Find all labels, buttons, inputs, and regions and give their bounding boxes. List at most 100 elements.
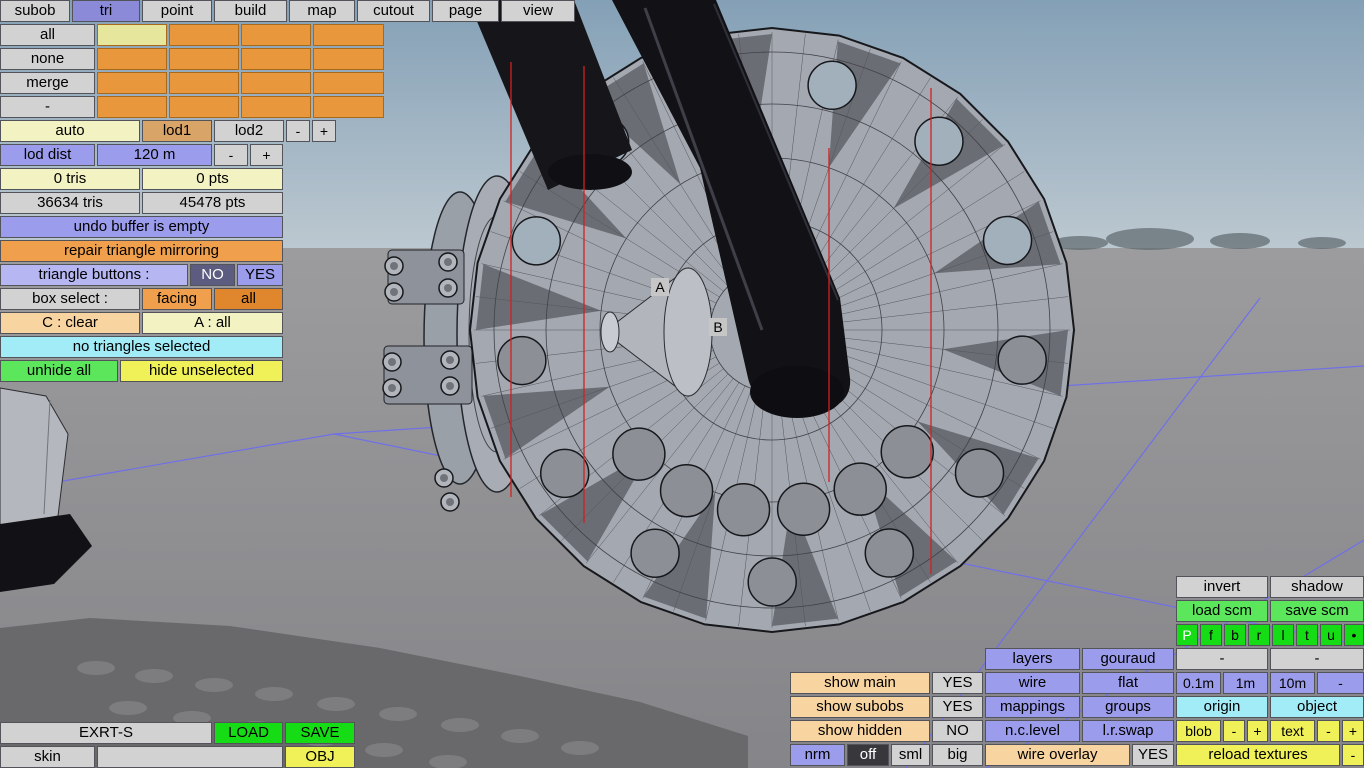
view-right-button[interactable]: r <box>1248 624 1270 646</box>
dash-button[interactable]: - <box>0 96 95 118</box>
subobject-marker-a[interactable]: A <box>651 278 669 296</box>
lod-dist-value[interactable]: 120 m <box>97 144 212 166</box>
tab-view[interactable]: view <box>501 0 575 22</box>
tab-build[interactable]: build <box>214 0 287 22</box>
select-all-button[interactable]: all <box>0 24 95 46</box>
triangle-buttons-yes[interactable]: YES <box>237 264 283 286</box>
tab-cutout[interactable]: cutout <box>357 0 430 22</box>
grid-dash-button[interactable]: - <box>1317 672 1364 694</box>
total-pts-count: 45478 pts <box>142 192 283 214</box>
text-button[interactable]: text <box>1270 720 1315 742</box>
wire-button[interactable]: wire <box>985 672 1080 694</box>
dash-button-1[interactable]: - <box>1176 648 1268 670</box>
flat-button[interactable]: flat <box>1082 672 1174 694</box>
subob-grid-cell[interactable] <box>241 48 311 70</box>
text-minus-button[interactable]: - <box>1317 720 1340 742</box>
save-button[interactable]: SAVE <box>285 722 355 744</box>
subob-grid-cell[interactable] <box>97 24 167 46</box>
lod-minus-button[interactable]: - <box>286 120 310 142</box>
mappings-button[interactable]: mappings <box>985 696 1080 718</box>
select-none-button[interactable]: none <box>0 48 95 70</box>
invert-button[interactable]: invert <box>1176 576 1268 598</box>
skin-label[interactable]: skin <box>0 746 95 768</box>
view-front-button[interactable]: f <box>1200 624 1222 646</box>
tab-tri[interactable]: tri <box>72 0 140 22</box>
hide-unselected-button[interactable]: hide unselected <box>120 360 283 382</box>
view-left-button[interactable]: l <box>1272 624 1294 646</box>
lod1-button[interactable]: lod1 <box>142 120 212 142</box>
object-button[interactable]: object <box>1270 696 1364 718</box>
gouraud-button[interactable]: gouraud <box>1082 648 1174 670</box>
load-scm-button[interactable]: load scm <box>1176 600 1268 622</box>
unhide-all-button[interactable]: unhide all <box>0 360 118 382</box>
subob-grid-cell[interactable] <box>97 96 167 118</box>
lod-auto-button[interactable]: auto <box>0 120 140 142</box>
select-all-tris-button[interactable]: A : all <box>142 312 283 334</box>
subob-grid-cell[interactable] <box>169 96 239 118</box>
skin-value-field[interactable] <box>97 746 283 768</box>
save-scm-button[interactable]: save scm <box>1270 600 1364 622</box>
subobject-marker-b[interactable]: B <box>709 318 727 336</box>
lod-dist-plus-button[interactable]: + <box>250 144 283 166</box>
repair-mirroring-button[interactable]: repair triangle mirroring <box>0 240 283 262</box>
reload-textures-button[interactable]: reload textures <box>1176 744 1340 766</box>
view-under-button[interactable]: u <box>1320 624 1342 646</box>
groups-button[interactable]: groups <box>1082 696 1174 718</box>
merge-button[interactable]: merge <box>0 72 95 94</box>
dash-button-2[interactable]: - <box>1270 648 1364 670</box>
wire-overlay-toggle[interactable]: YES <box>1132 744 1174 766</box>
tab-subob[interactable]: subob <box>0 0 70 22</box>
blob-button[interactable]: blob <box>1176 720 1221 742</box>
subob-grid-cell[interactable] <box>313 24 384 46</box>
view-dot-button[interactable]: • <box>1344 624 1364 646</box>
subob-grid-cell[interactable] <box>169 48 239 70</box>
obj-export-button[interactable]: OBJ <box>285 746 355 768</box>
triangle-buttons-no[interactable]: NO <box>190 264 235 286</box>
view-top-button[interactable]: t <box>1296 624 1318 646</box>
show-main-toggle[interactable]: YES <box>932 672 983 694</box>
filename-field[interactable]: EXRT-S <box>0 722 212 744</box>
lr-swap-button[interactable]: l.r.swap <box>1082 720 1174 742</box>
subob-grid-cell[interactable] <box>97 48 167 70</box>
subob-grid-cell[interactable] <box>97 72 167 94</box>
lod2-button[interactable]: lod2 <box>214 120 284 142</box>
shadow-button[interactable]: shadow <box>1270 576 1364 598</box>
tab-map[interactable]: map <box>289 0 355 22</box>
subob-grid-cell[interactable] <box>241 24 311 46</box>
show-main-label: show main <box>790 672 930 694</box>
nc-level-button[interactable]: n.c.level <box>985 720 1080 742</box>
grid-10m-button[interactable]: 10m <box>1270 672 1315 694</box>
view-back-button[interactable]: b <box>1224 624 1246 646</box>
nrm-big-button[interactable]: big <box>932 744 983 766</box>
subob-grid-cell[interactable] <box>241 96 311 118</box>
tab-page[interactable]: page <box>432 0 499 22</box>
show-hidden-toggle[interactable]: NO <box>932 720 983 742</box>
show-subobs-toggle[interactable]: YES <box>932 696 983 718</box>
view-perspective-button[interactable]: P <box>1176 624 1198 646</box>
origin-button[interactable]: origin <box>1176 696 1268 718</box>
grid-1m-button[interactable]: 1m <box>1223 672 1268 694</box>
blob-minus-button[interactable]: - <box>1223 720 1245 742</box>
tab-point[interactable]: point <box>142 0 212 22</box>
lod-plus-button[interactable]: + <box>312 120 336 142</box>
subob-grid-cell[interactable] <box>313 48 384 70</box>
subob-grid-cell[interactable] <box>313 96 384 118</box>
grid-01m-button[interactable]: 0.1m <box>1176 672 1221 694</box>
clear-selection-button[interactable]: C : clear <box>0 312 140 334</box>
load-button[interactable]: LOAD <box>214 722 283 744</box>
subob-grid-cell[interactable] <box>313 72 384 94</box>
text-plus-button[interactable]: + <box>1342 720 1364 742</box>
nrm-off-button[interactable]: off <box>847 744 889 766</box>
blob-plus-button[interactable]: + <box>1247 720 1268 742</box>
subob-grid-cell[interactable] <box>169 24 239 46</box>
box-select-facing[interactable]: facing <box>142 288 212 310</box>
subob-grid-cell[interactable] <box>241 72 311 94</box>
layers-button[interactable]: layers <box>985 648 1080 670</box>
app-window: A B subob tri point build map cutout pag… <box>0 0 1364 768</box>
lod-dist-minus-button[interactable]: - <box>214 144 248 166</box>
box-select-all[interactable]: all <box>214 288 283 310</box>
nrm-button[interactable]: nrm <box>790 744 845 766</box>
nrm-sml-button[interactable]: sml <box>891 744 930 766</box>
reload-minus-button[interactable]: - <box>1342 744 1364 766</box>
subob-grid-cell[interactable] <box>169 72 239 94</box>
